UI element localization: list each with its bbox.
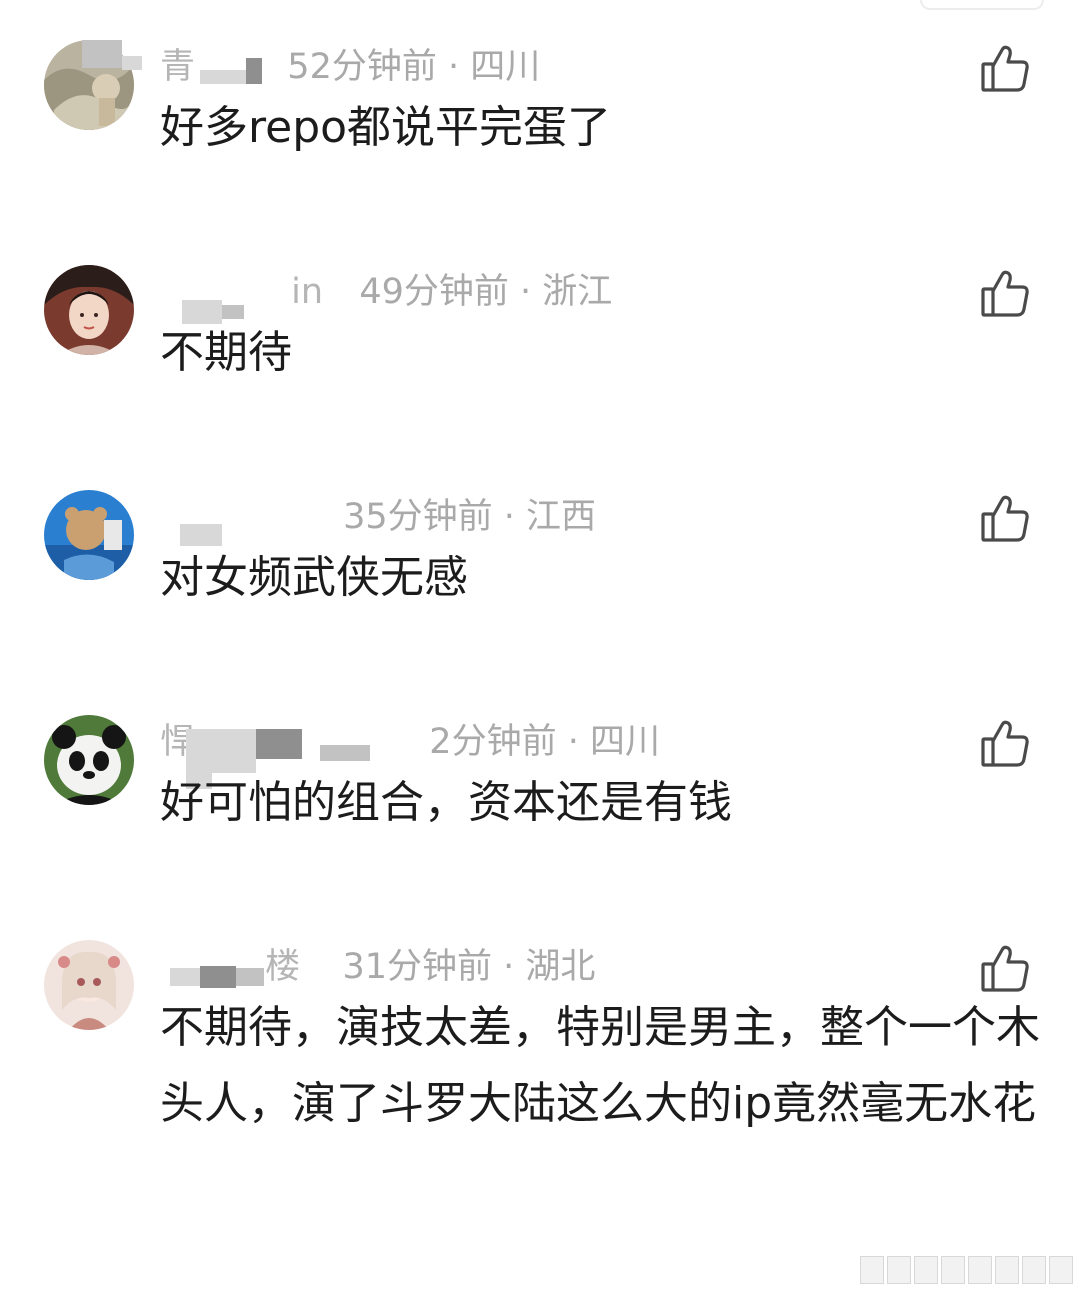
comment-text: 好多repo都说平完蛋了	[160, 102, 612, 153]
thumbs-up-icon[interactable]	[980, 492, 1032, 544]
avatar[interactable]	[44, 940, 134, 1030]
time-location: 31分钟前 · 湖北	[342, 947, 596, 987]
comment-meta: 35分钟前 · 江西	[160, 494, 596, 540]
comment-text: 不期待	[160, 327, 292, 378]
username[interactable]: 青	[160, 47, 195, 87]
avatar[interactable]	[44, 490, 134, 580]
thumbs-up-icon[interactable]	[980, 267, 1032, 319]
avatar[interactable]	[44, 265, 134, 355]
time-location: 2分钟前 · 四川	[429, 722, 660, 762]
username[interactable]: in	[291, 272, 323, 312]
thumbs-up-icon[interactable]	[980, 942, 1032, 994]
comment-text: 好可怕的组合，资本还是有钱	[160, 777, 732, 828]
top-pill-button[interactable]	[920, 0, 1044, 10]
time-location: 35分钟前 · 江西	[343, 497, 597, 537]
avatar[interactable]	[44, 715, 134, 805]
thumbs-up-icon[interactable]	[980, 42, 1032, 94]
thumbs-up-icon[interactable]	[980, 717, 1032, 769]
time-location: 52分钟前 · 四川	[287, 47, 541, 87]
comment-text: 对女频武侠无感	[160, 552, 468, 603]
watermark	[860, 1256, 1073, 1284]
time-location: 49分钟前 · 浙江	[359, 272, 613, 312]
comment-text: 不期待，演技太差，特别是男主，整个一个木头人，演了斗罗大陆这么大的ip竟然毫无水…	[160, 1002, 1040, 1129]
username[interactable]: 楼	[265, 947, 300, 987]
